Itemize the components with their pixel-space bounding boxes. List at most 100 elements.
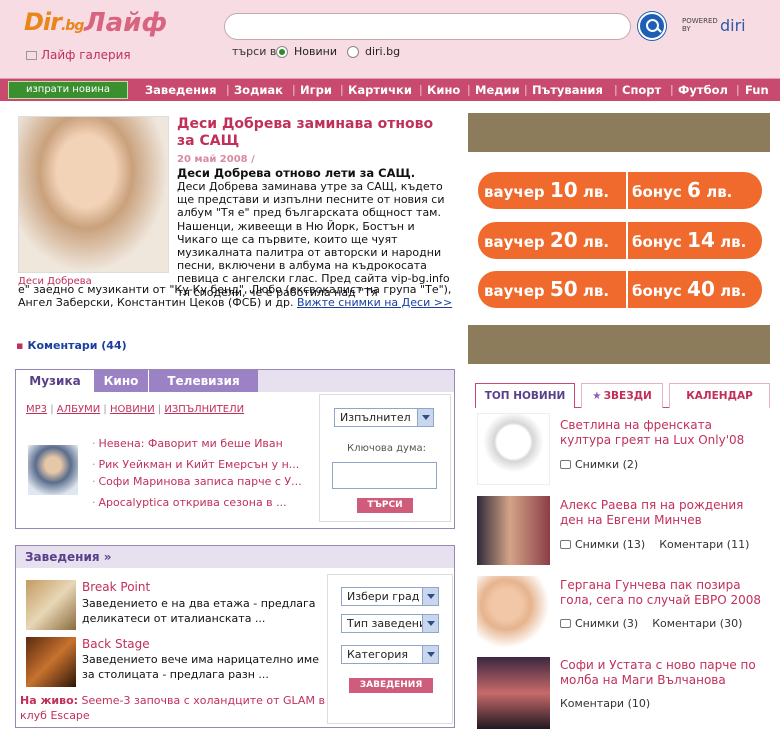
category-select[interactable]: Категория: [341, 645, 439, 664]
nav-separator: |: [524, 83, 528, 96]
list-item[interactable]: · Рик Уейкман и Кийт Емерсън у н...: [92, 458, 302, 471]
venue-title[interactable]: Back Stage: [82, 637, 150, 651]
venue-title[interactable]: Break Point: [82, 580, 150, 594]
nav-item[interactable]: Игри: [300, 83, 332, 97]
keyword-input[interactable]: [332, 462, 437, 489]
header: Dir.bg Лайф Лайф галерия търси в Новини …: [0, 0, 780, 78]
voucher-banner[interactable]: ваучер 20 лв. бонус 14 лв.: [478, 222, 762, 259]
news-thumbnail[interactable]: [477, 496, 550, 565]
send-news-button[interactable]: изпрати новина: [8, 81, 128, 99]
search-input[interactable]: [224, 13, 631, 40]
radio-diri[interactable]: [347, 46, 359, 58]
chevron-down-icon: [422, 615, 438, 632]
nav-item[interactable]: Медии: [475, 83, 520, 97]
news-meta: Снимки (13) Коментари (11): [560, 538, 749, 551]
news-title[interactable]: Светлина на френската култура греят на L…: [560, 418, 765, 448]
music-link-mp3[interactable]: MP3: [26, 404, 47, 415]
featured-image[interactable]: [18, 116, 169, 273]
venues-heading[interactable]: Заведения »: [16, 546, 454, 568]
music-link-news[interactable]: НОВИНИ: [110, 404, 155, 415]
nav-item[interactable]: Fun: [745, 83, 769, 97]
nav-item[interactable]: Картички: [348, 83, 412, 97]
logo-dir: Dir.bg: [24, 8, 84, 36]
news-title[interactable]: Алекс Раева пя на рождения ден на Евгени…: [560, 498, 765, 528]
nav-item[interactable]: Зодиак: [234, 83, 283, 97]
news-title[interactable]: Софи и Устата с ново парче по молба на М…: [560, 658, 765, 688]
powered-by-label: BY: [682, 25, 691, 33]
list-item[interactable]: · Софи Маринова записа парче с У...: [92, 475, 302, 488]
news-meta: Снимки (3) Коментари (30): [560, 617, 742, 630]
venue-thumbnail[interactable]: [26, 637, 76, 687]
music-box: Музика Кино Телевизия MP3 | АЛБУМИ | НОВ…: [15, 369, 455, 529]
city-select[interactable]: Избери град: [341, 587, 439, 606]
list-item[interactable]: · Невена: Фаворит ми беше Иван: [92, 437, 302, 450]
main-nav: изпрати новина Заведения | Зодиак | Игри…: [0, 78, 780, 101]
nav-item[interactable]: Кино: [427, 83, 460, 97]
venue-description: Заведението е на два етажа - предлага де…: [82, 597, 316, 625]
voucher-banner[interactable]: ваучер 50 лв. бонус 40 лв.: [478, 271, 762, 308]
ad-banner-bottom[interactable]: [468, 325, 770, 364]
tab-kino[interactable]: Кино: [94, 370, 148, 392]
photos-link[interactable]: Снимки (13): [575, 538, 645, 551]
music-thumbnail[interactable]: [28, 445, 78, 495]
gallery-link[interactable]: Лайф галерия: [26, 48, 131, 62]
venues-button[interactable]: ЗАВЕДЕНИЯ: [349, 678, 433, 693]
nav-separator: |: [419, 83, 423, 96]
featured-photos-link[interactable]: Вижте снимки на Деси >>: [297, 296, 452, 309]
news-thumbnail[interactable]: [477, 413, 550, 485]
chevron-down-icon: [422, 588, 438, 605]
tab-top-news[interactable]: ТОП НОВИНИ: [475, 383, 575, 408]
bonus-amount: бонус 40 лв.: [626, 271, 762, 308]
news-tabs: ТОП НОВИНИ ★ ЗВЕЗДИ КАЛЕНДАР: [475, 383, 770, 408]
music-link-artists[interactable]: ИЗПЪЛНИТЕЛИ: [164, 404, 244, 415]
star-icon: ★: [592, 390, 602, 402]
nav-item[interactable]: Спорт: [622, 83, 661, 97]
comments-link[interactable]: Коментари (11): [659, 538, 749, 551]
music-tabs: Музика Кино Телевизия: [16, 370, 454, 392]
news-meta: Снимки (2): [560, 458, 638, 471]
tab-calendar[interactable]: КАЛЕНДАР: [669, 383, 770, 408]
radio-diri-label: diri.bg: [365, 45, 401, 58]
music-search-button[interactable]: ТЪРСИ: [357, 498, 413, 513]
featured-subtitle: Деси Добрева отново лети за САЩ.: [177, 166, 416, 180]
chevron-down-icon: [422, 646, 438, 663]
voucher-banner[interactable]: ваучер 10 лв. бонус 6 лв.: [478, 172, 762, 209]
photos-link[interactable]: Снимки (3): [575, 617, 638, 630]
nav-item[interactable]: Футбол: [678, 83, 728, 97]
featured-title[interactable]: Деси Добрева заминава отново за САЩ: [177, 116, 447, 150]
news-title[interactable]: Гергана Гунчева пак позира гола, сега по…: [560, 578, 765, 608]
nav-separator: |: [226, 83, 230, 96]
search-icon[interactable]: [638, 12, 666, 40]
tab-stars[interactable]: ★ ЗВЕЗДИ: [581, 383, 663, 408]
nav-item[interactable]: Заведения: [145, 83, 216, 97]
nav-item[interactable]: Пътувания: [532, 83, 603, 97]
voucher-amount: ваучер 20 лв.: [478, 222, 626, 259]
radio-news-label: Новини: [294, 45, 337, 58]
chevron-down-icon: [417, 409, 433, 426]
nav-separator: |: [614, 83, 618, 96]
nav-separator: |: [292, 83, 296, 96]
live-news[interactable]: На живо: Seeme-3 започва с холандците от…: [20, 693, 330, 723]
music-links: MP3 | АЛБУМИ | НОВИНИ | ИЗПЪЛНИТЕЛИ: [26, 404, 245, 415]
artist-select[interactable]: Изпълнител: [334, 408, 434, 427]
list-item[interactable]: · Apocalyptica открива сезона в ...: [92, 496, 302, 509]
featured-body: Деси Добрева заминава утре за САЩ, къдет…: [177, 180, 450, 299]
venue-thumbnail[interactable]: [26, 580, 76, 630]
voucher-amount: ваучер 10 лв.: [478, 172, 626, 209]
nav-separator: |: [670, 83, 674, 96]
news-thumbnail[interactable]: [477, 657, 550, 729]
diri-logo[interactable]: diri: [720, 16, 746, 35]
featured-comments-link[interactable]: ▪ Коментари (44): [16, 339, 127, 352]
photos-link[interactable]: Снимки (2): [575, 458, 638, 471]
radio-news[interactable]: [276, 46, 288, 58]
venue-type-select[interactable]: Тип заведение: [341, 614, 439, 633]
ad-banner-top[interactable]: [468, 113, 770, 152]
comments-link[interactable]: Коментари (30): [652, 617, 742, 630]
news-thumbnail[interactable]: [477, 576, 550, 648]
venues-search-panel: Избери град Тип заведение Категория ЗАВЕ…: [327, 574, 453, 724]
tab-music[interactable]: Музика: [16, 370, 94, 392]
nav-separator: |: [736, 83, 740, 96]
comments-link[interactable]: Коментари (10): [560, 697, 650, 710]
tab-tv[interactable]: Телевизия: [148, 370, 258, 392]
music-link-albums[interactable]: АЛБУМИ: [57, 404, 100, 415]
